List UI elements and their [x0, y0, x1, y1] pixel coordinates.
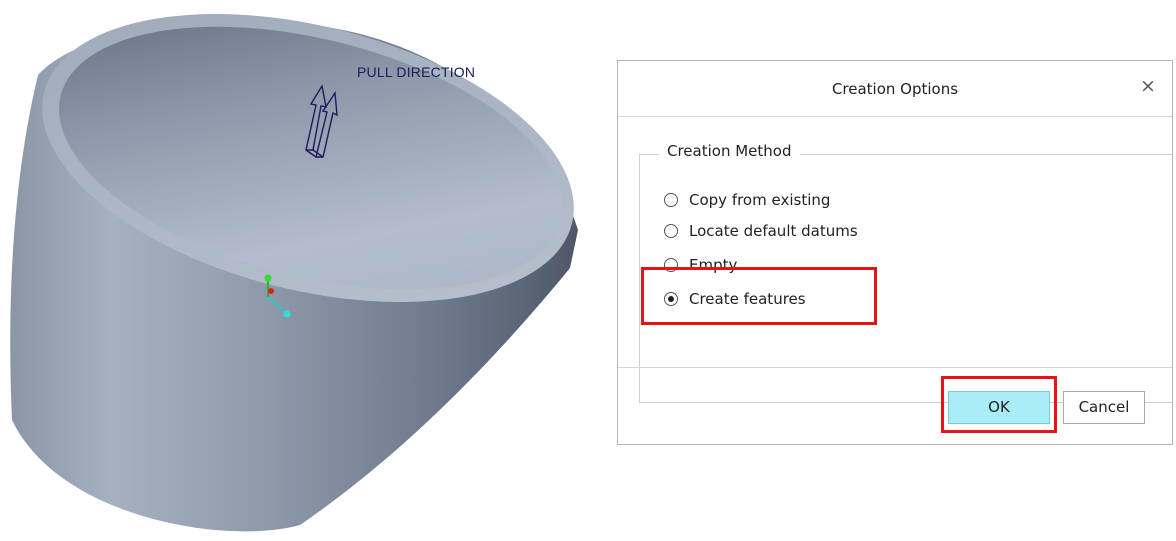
option-label: Create features	[689, 290, 806, 308]
option-label: Copy from existing	[689, 191, 831, 209]
option-label: Locate default datums	[689, 222, 858, 240]
creation-options-dialog: Creation Options × Creation Method Copy …	[617, 60, 1173, 445]
dialog-titlebar[interactable]: Creation Options ×	[618, 61, 1172, 117]
radio-button-icon[interactable]	[664, 258, 678, 272]
cup-model	[10, 14, 579, 532]
option-label: Empty	[689, 256, 738, 274]
pull-direction-label: PULL DIRECTION	[357, 64, 476, 80]
option-locate-default-datums[interactable]: Locate default datums	[664, 220, 858, 242]
model-viewport[interactable]: PULL DIRECTION	[0, 0, 600, 541]
radio-button-selected-icon[interactable]	[664, 292, 678, 306]
cancel-button[interactable]: Cancel	[1063, 391, 1145, 424]
option-copy-from-existing[interactable]: Copy from existing	[664, 189, 830, 211]
ok-button[interactable]: OK	[948, 391, 1050, 424]
close-icon[interactable]: ×	[1138, 76, 1158, 96]
radio-button-icon[interactable]	[664, 193, 678, 207]
creation-method-label: Creation Method	[659, 142, 800, 160]
footer-divider	[618, 367, 1172, 368]
dialog-title: Creation Options	[831, 80, 959, 98]
option-empty[interactable]: Empty	[664, 254, 737, 276]
option-create-features[interactable]: Create features	[664, 288, 806, 310]
radio-button-icon[interactable]	[664, 224, 678, 238]
